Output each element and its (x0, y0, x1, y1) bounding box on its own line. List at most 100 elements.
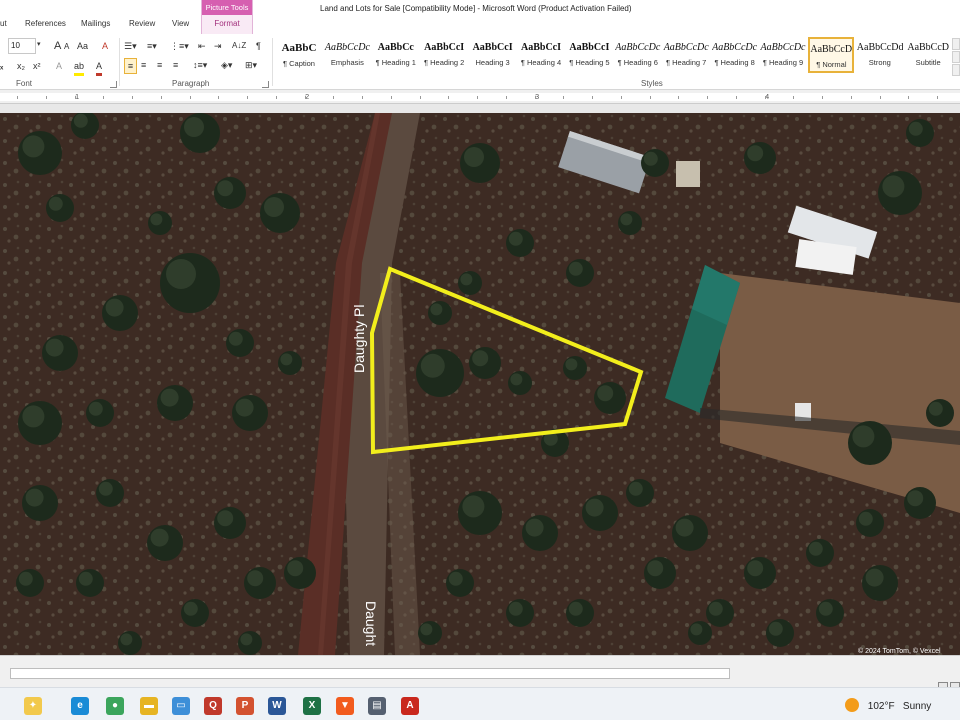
style-tile[interactable]: AaBbCcDc ¶ Heading 6 (615, 37, 661, 73)
shrub-highlight (264, 197, 284, 217)
style-sample: AaBbCc (377, 42, 414, 53)
style-tile[interactable]: AaBbCcI Heading 3 (470, 37, 516, 73)
shrub-highlight (120, 633, 133, 646)
ruler-tick (908, 96, 909, 99)
copilot-icon[interactable]: ✦ (24, 697, 42, 715)
text-effects-button[interactable]: A (56, 59, 62, 73)
taskbar-icon-glyph: W (272, 700, 282, 711)
word-icon[interactable]: W (268, 697, 286, 715)
horizontal-scrollbar[interactable] (0, 655, 960, 690)
ruler-tick (937, 96, 938, 99)
ruler-tick (305, 96, 306, 99)
photos-icon[interactable]: ▭ (172, 697, 190, 715)
shrink-font-button[interactable]: A (64, 40, 69, 54)
grow-font-button[interactable]: A (54, 39, 61, 53)
weather-widget[interactable]: 102°F Sunny (845, 698, 931, 712)
ruler-tick (563, 96, 564, 99)
font-dialog-launcher-icon[interactable] (110, 81, 117, 88)
clear-format-button[interactable]: A (102, 39, 108, 53)
style-tile[interactable]: AaBbCcI ¶ Heading 4 (518, 37, 564, 73)
access-icon[interactable]: Q (204, 697, 222, 715)
font-color-button[interactable]: A (96, 59, 103, 76)
document-title: Land and Lots for Sale [Compatibility Mo… (320, 4, 632, 13)
multilevel-list-icon[interactable]: ⋮≡▾ (170, 39, 189, 53)
gallery-scroll-up-icon[interactable] (952, 38, 960, 50)
shrub-highlight (508, 231, 523, 246)
style-name: ¶ Heading 6 (617, 58, 658, 67)
tab-review[interactable]: Review (129, 19, 155, 28)
increase-indent-icon[interactable]: ⇥ (214, 39, 222, 53)
style-sample: AaBbCcI (472, 42, 513, 53)
superscript-x-icon[interactable]: x² (33, 59, 41, 73)
powerpoint-icon[interactable]: P (236, 697, 254, 715)
tab-mailings[interactable]: Mailings (81, 19, 110, 28)
weather-condition: Sunny (902, 701, 932, 712)
shrub-highlight (747, 560, 764, 577)
ruler-tick (535, 96, 536, 99)
gallery-scroll-down-icon[interactable] (952, 51, 960, 63)
horizontal-ruler[interactable]: 1 2 3 4 (0, 90, 960, 104)
acrobat-icon[interactable]: A (401, 697, 419, 715)
font-size-dropdown-icon[interactable]: ▾ (37, 38, 41, 52)
font-size-box[interactable]: 10 (8, 38, 36, 54)
shrub-highlight (184, 117, 204, 137)
shrub-highlight (18, 571, 33, 586)
tab-references[interactable]: References (25, 19, 66, 28)
decrease-indent-icon[interactable]: ⇤ (198, 39, 206, 53)
ruler-tick (851, 96, 852, 99)
style-tile[interactable]: AaBbCcDc ¶ Heading 8 (712, 37, 758, 73)
printer-icon[interactable]: ▤ (368, 697, 386, 715)
style-tile[interactable]: AaBbCcI ¶ Heading 2 (421, 37, 467, 73)
show-formatting-button[interactable]: ¶ (256, 39, 261, 53)
edge-icon[interactable]: e (71, 697, 89, 715)
scrollbar-thumb[interactable] (10, 668, 730, 679)
shrub-highlight (280, 353, 293, 366)
picture-tools-label: Picture Tools (202, 0, 252, 15)
style-name: ¶ Heading 2 (424, 58, 465, 67)
taskbar-icon-glyph: ▭ (176, 700, 186, 711)
numbering-icon[interactable]: ≡▾ (147, 39, 157, 53)
bullets-icon[interactable]: ☰▾ (124, 39, 137, 53)
line-spacing-icon[interactable]: ↕≡▾ (193, 58, 207, 72)
file-explorer-icon[interactable]: ▬ (140, 697, 158, 715)
ruler-track (0, 93, 960, 101)
style-tile[interactable]: AaBbCcDc ¶ Heading 9 (760, 37, 806, 73)
gallery-more-icon[interactable] (952, 64, 960, 76)
style-tile[interactable]: AaBbCcDc ¶ Heading 7 (663, 37, 709, 73)
align-center-icon[interactable]: ≡ (141, 58, 146, 72)
style-tile[interactable]: AaBbCcD Subtitle (905, 37, 951, 73)
style-tile[interactable]: AaBbCcDc ¶ Normal (808, 37, 855, 73)
style-name: ¶ Heading 9 (762, 58, 804, 67)
tab-view[interactable]: View (172, 19, 189, 28)
align-left-icon[interactable]: ≡ (124, 58, 137, 74)
shrub-highlight (166, 259, 196, 289)
align-right-icon[interactable]: ≡ (157, 58, 162, 72)
shrub-highlight (808, 541, 823, 556)
style-tile[interactable]: AaBbCcI ¶ Heading 5 (566, 37, 612, 73)
excel-icon[interactable]: X (303, 697, 321, 715)
change-case-button[interactable]: Aa (77, 39, 88, 53)
paragraph-dialog-launcher-icon[interactable] (262, 81, 269, 88)
tab-layout[interactable]: ut (0, 19, 7, 28)
subscript-x-icon[interactable]: x₂ (17, 59, 25, 73)
subscript-button[interactable]: ₓ (0, 59, 3, 73)
style-tile[interactable]: AaBbCcDc Emphasis (324, 37, 370, 73)
shrub-highlight (235, 398, 254, 417)
shading-icon[interactable]: ◈▾ (221, 58, 232, 72)
tab-format[interactable]: Format (202, 19, 252, 28)
shrub-highlight (98, 481, 113, 496)
highlight-button[interactable]: ab (74, 59, 85, 76)
justify-icon[interactable]: ≡ (173, 58, 178, 72)
ruler-tick (736, 96, 737, 99)
ruler-tick (793, 96, 794, 99)
chrome-icon[interactable]: ● (106, 697, 124, 715)
style-tile[interactable]: AaBbCcDd Strong (857, 37, 903, 73)
style-name: ¶ Heading 1 (375, 58, 416, 67)
style-tile[interactable]: AaBbC ¶ Caption (276, 37, 322, 73)
aerial-map-image[interactable]: Daughty Pl Daught © 2024 TomTom, © Vexce… (0, 113, 960, 655)
shrub-highlight (150, 528, 169, 547)
sort-button[interactable]: A↓Z (232, 39, 246, 53)
style-tile[interactable]: AaBbCc ¶ Heading 1 (373, 37, 419, 73)
borders-icon[interactable]: ⊞▾ (245, 58, 257, 72)
brave-icon[interactable]: ▼ (336, 697, 354, 715)
